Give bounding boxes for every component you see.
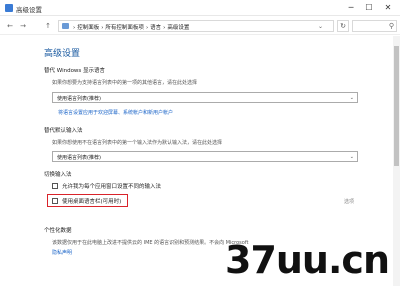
- privacy-statement-link[interactable]: 隐私声明: [52, 249, 72, 256]
- breadcrumb-path[interactable]: › 控制面板 › 所有控制面板项 › 语言 › 高级设置: [73, 23, 191, 31]
- section-title-personalization: 个性化数据: [44, 228, 72, 234]
- display-language-select[interactable]: 使用语言列表(推荐) ⌄: [52, 92, 358, 103]
- per-app-input-checkbox[interactable]: [52, 183, 58, 189]
- watermark: 37uu.cn: [225, 238, 390, 282]
- display-language-value: 使用语言列表(推荐): [57, 96, 101, 102]
- breadcrumb-item-control-panel[interactable]: 控制面板: [77, 25, 99, 31]
- section-title-switch-input: 切换输入法: [44, 172, 72, 178]
- section-desc-display-language: 如果你想要为支持语言列表中的第一项的其他语言，请在此处选择: [52, 80, 198, 86]
- up-icon[interactable]: ↑: [44, 22, 52, 30]
- address-bar: ← → ↑ › 控制面板 › 所有控制面板项 › 语言 › 高级设置 ⌄ ↻ ⚲: [0, 17, 400, 35]
- input-method-value: 使用语言列表(推荐): [57, 155, 101, 161]
- maximize-button[interactable]: ☐: [362, 2, 376, 13]
- control-panel-icon: [5, 4, 13, 12]
- search-input[interactable]: ⚲: [352, 20, 397, 32]
- folder-icon: [62, 23, 69, 29]
- chevron-down-icon: ⌄: [349, 95, 354, 101]
- apply-settings-link[interactable]: 将语言设置应用于欢迎屏幕、系统帐户和新用户帐户: [58, 109, 173, 116]
- scrollbar-thumb[interactable]: [394, 46, 399, 166]
- window-title: 高级设置: [16, 6, 42, 14]
- vertical-scrollbar[interactable]: [393, 36, 400, 286]
- section-desc-input-method: 如果你想使用不在语言列表中的第一个输入法作为默认输入法，请在此处选择: [52, 140, 223, 146]
- forward-icon[interactable]: →: [19, 22, 27, 30]
- section-title-input-method: 替代默认输入法: [44, 128, 83, 134]
- back-icon[interactable]: ←: [6, 22, 14, 30]
- input-method-select[interactable]: 使用语言列表(推荐) ⌄: [52, 151, 358, 162]
- highlight-box: [47, 194, 128, 207]
- breadcrumb-item-all-items[interactable]: 所有控制面板项: [105, 25, 144, 31]
- minimize-button[interactable]: ─: [344, 2, 358, 13]
- title-bar: 高级设置 ─ ☐ ✕: [0, 0, 400, 16]
- section-title-display-language: 替代 Windows 显示语言: [44, 68, 106, 74]
- breadcrumb[interactable]: › 控制面板 › 所有控制面板项 › 语言 › 高级设置 ⌄: [58, 20, 334, 32]
- page-title: 高级设置: [44, 49, 81, 59]
- search-icon: ⚲: [388, 22, 394, 30]
- close-button[interactable]: ✕: [381, 2, 395, 13]
- per-app-input-label: 允许我为每个应用窗口设置不同的输入法: [62, 184, 162, 190]
- breadcrumb-item-language[interactable]: 语言: [150, 25, 161, 31]
- chevron-down-icon: ⌄: [349, 154, 354, 160]
- refresh-button[interactable]: ↻: [337, 20, 349, 32]
- options-link[interactable]: 选项: [344, 198, 354, 205]
- chevron-down-icon[interactable]: ⌄: [318, 23, 323, 30]
- breadcrumb-item-advanced[interactable]: 高级设置: [167, 25, 189, 31]
- section-desc-personalization: 该数据仅用于在此电脑上改进不提供云的 IME 的语言识别和预测结果。不会向 Mi…: [52, 240, 249, 246]
